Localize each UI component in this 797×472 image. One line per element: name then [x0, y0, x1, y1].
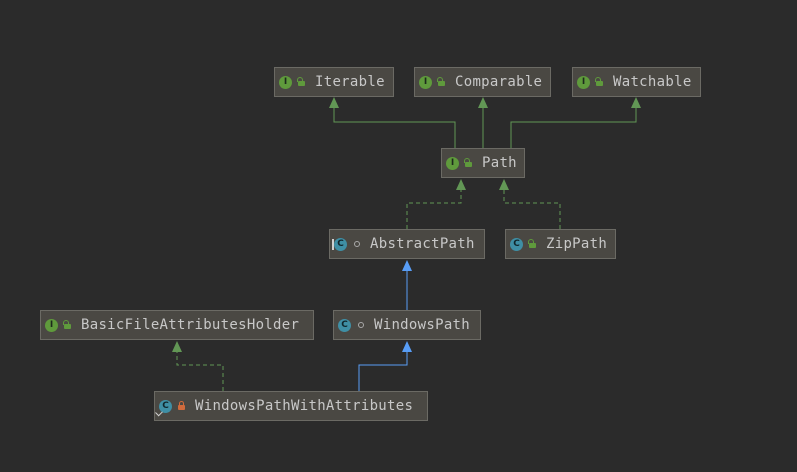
node-label: BasicFileAttributesHolder: [81, 317, 300, 333]
arrowhead-basicholder: [172, 341, 182, 352]
edge-zippath-implements-path: [503, 190, 561, 229]
arrowhead-path-left: [456, 179, 466, 190]
interface-icon: I: [279, 75, 292, 89]
node-abstractpath[interactable]: C AbstractPath: [329, 229, 485, 259]
interface-icon: I: [419, 75, 432, 89]
class-icon: C: [338, 318, 351, 332]
node-comparable[interactable]: I Comparable: [414, 67, 551, 97]
public-lock-icon: [62, 319, 74, 331]
node-label: Comparable: [455, 74, 543, 90]
node-label: Iterable: [315, 74, 385, 90]
edge-path-extends-iterable: [333, 108, 456, 148]
edge-path-extends-watchable: [510, 108, 637, 148]
package-private-icon: [351, 238, 363, 250]
public-lock-icon: [594, 76, 606, 88]
node-path[interactable]: I Path: [441, 148, 525, 178]
final-class-icon: C: [159, 399, 172, 413]
arrowhead-watchable: [631, 97, 641, 108]
interface-icon: I: [446, 156, 459, 170]
node-zippath[interactable]: C ZipPath: [505, 229, 616, 259]
node-windowspathwithattributes[interactable]: C WindowsPathWithAttributes: [154, 391, 428, 421]
node-label: ZipPath: [546, 236, 608, 252]
node-watchable[interactable]: I Watchable: [572, 67, 701, 97]
arrowhead-abstractpath: [402, 260, 412, 271]
public-lock-icon: [463, 157, 475, 169]
node-iterable[interactable]: I Iterable: [274, 67, 394, 97]
interface-icon: I: [577, 75, 590, 89]
edge-wpwa-extends-windowspath: [358, 352, 408, 391]
node-label: Path: [482, 155, 517, 171]
node-label: WindowsPathWithAttributes: [195, 398, 414, 414]
arrowhead-path-right: [499, 179, 509, 190]
private-lock-icon: [176, 400, 188, 412]
abstract-class-icon: C: [332, 237, 347, 251]
edge-abstractpath-implements-path: [406, 190, 462, 229]
edge-wpwa-implements-basicholder: [176, 352, 224, 391]
package-private-icon: [355, 319, 367, 331]
node-label: AbstractPath: [370, 236, 475, 252]
node-basicfileattributesholder[interactable]: I BasicFileAttributesHolder: [40, 310, 314, 340]
public-lock-icon: [296, 76, 308, 88]
public-lock-icon: [436, 76, 448, 88]
uml-diagram-canvas[interactable]: I Iterable I Comparable I Watchable I Pa…: [0, 0, 797, 472]
arrowhead-iterable: [329, 97, 339, 108]
node-windowspath[interactable]: C WindowsPath: [333, 310, 481, 340]
arrowhead-comparable: [478, 97, 488, 108]
arrowhead-windowspath: [402, 341, 412, 352]
node-label: WindowsPath: [374, 317, 471, 333]
class-icon: C: [510, 237, 523, 251]
interface-icon: I: [45, 318, 58, 332]
node-label: Watchable: [613, 74, 692, 90]
public-lock-icon: [527, 238, 539, 250]
